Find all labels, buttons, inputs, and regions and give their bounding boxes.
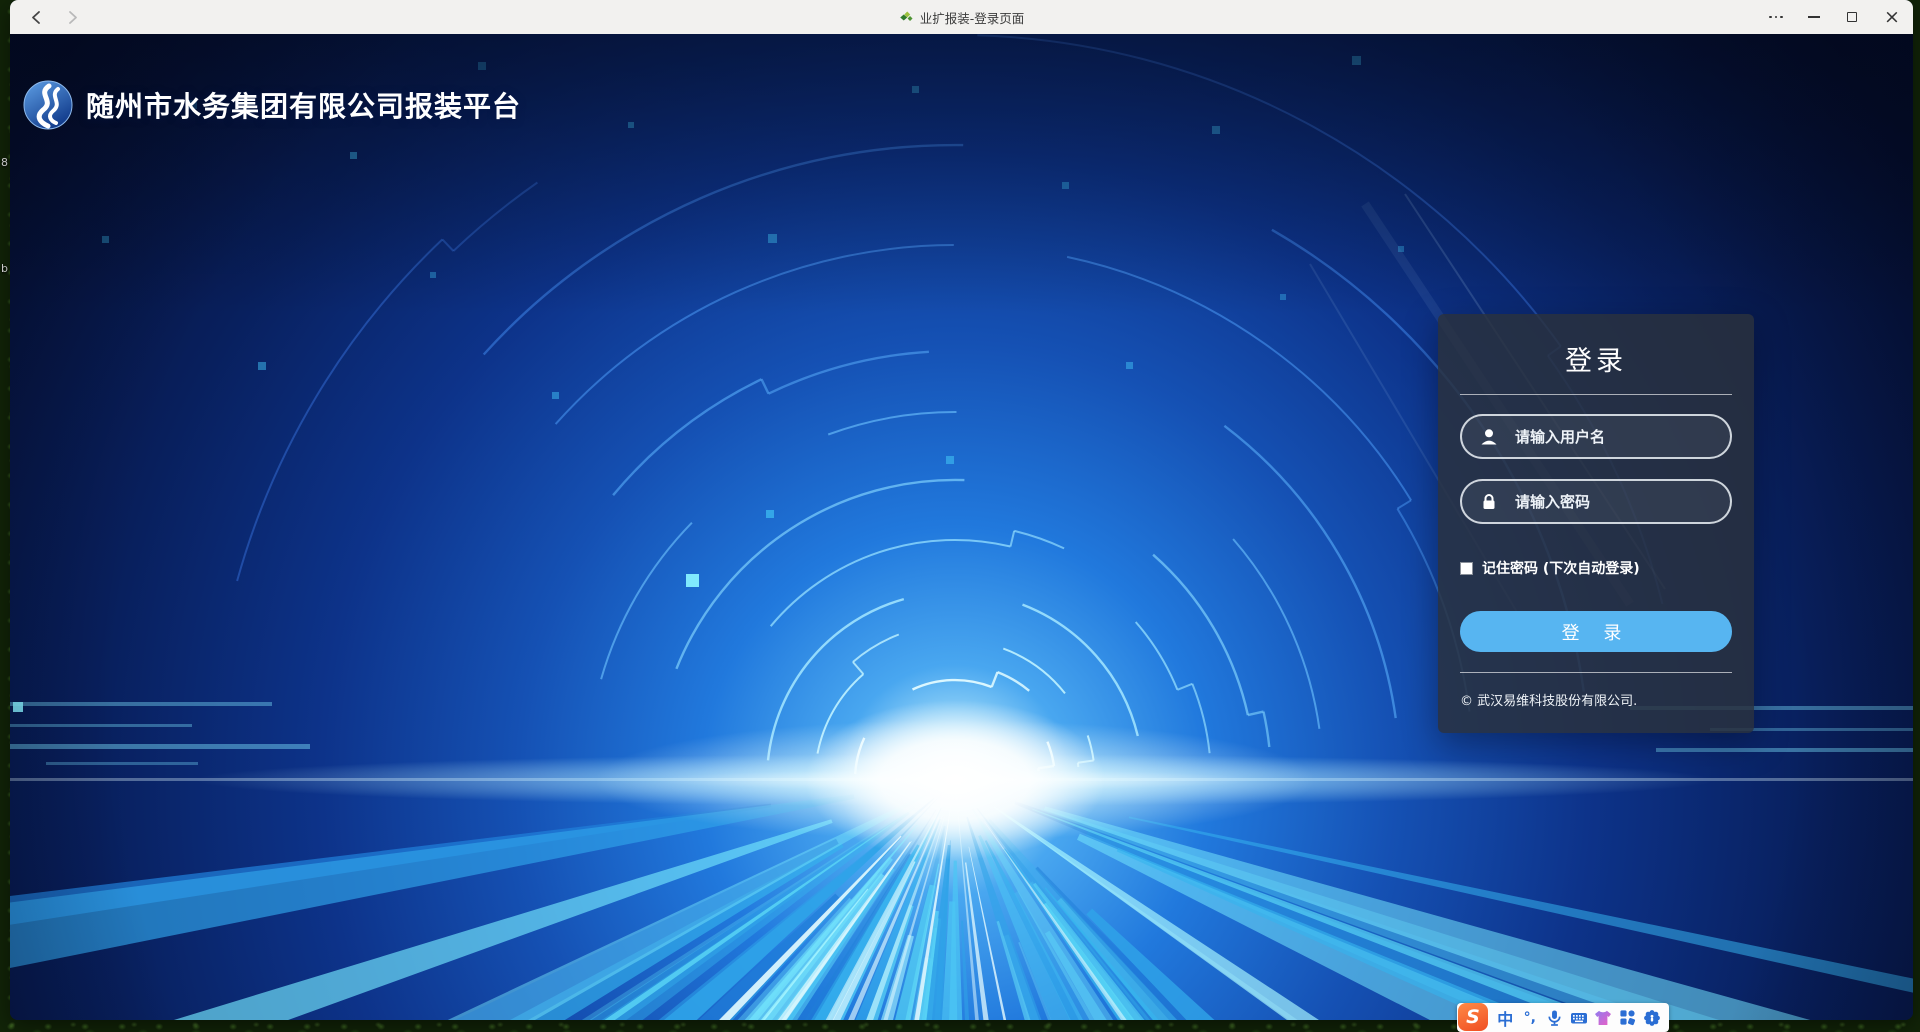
brand-header: 随州市水务集团有限公司报装平台 xyxy=(23,80,521,130)
copyright: © 武汉易维科技股份有限公司. xyxy=(1460,690,1637,709)
user-icon xyxy=(1480,428,1498,446)
window-title: 业扩报装-登录页面 xyxy=(920,8,1025,27)
login-title: 登录 xyxy=(1438,339,1754,378)
window-title-group: 业扩报装-登录页面 xyxy=(899,0,1025,34)
minimize-icon xyxy=(1808,16,1820,18)
login-button[interactable]: 登 录 xyxy=(1460,611,1732,652)
app-window: 业扩报装-登录页面 × xyxy=(10,0,1913,1020)
lock-icon xyxy=(1480,493,1498,511)
close-icon: × xyxy=(1884,8,1900,27)
desktop-screen: 8 b xyxy=(0,0,1920,1032)
sogou-logo-icon[interactable]: S xyxy=(1458,1003,1488,1031)
login-panel: 登录 xyxy=(1438,314,1754,733)
punctuation-icon[interactable]: °, xyxy=(1518,1003,1543,1032)
titlebar: 业扩报装-登录页面 × xyxy=(10,0,1913,34)
toolbox-grid-icon[interactable] xyxy=(1616,1003,1641,1032)
ellipsis-icon xyxy=(1769,16,1783,19)
back-button[interactable] xyxy=(22,3,50,31)
app-favicon-icon xyxy=(899,10,913,24)
remember-checkbox[interactable] xyxy=(1460,562,1473,575)
chevron-left-icon xyxy=(29,9,44,26)
divider xyxy=(1460,672,1732,673)
maximize-icon xyxy=(1847,12,1857,22)
keyboard-icon[interactable] xyxy=(1567,1003,1592,1032)
desktop-icon-label-fragment: b xyxy=(1,262,8,275)
nav-buttons xyxy=(10,3,86,31)
platform-title: 随州市水务集团有限公司报装平台 xyxy=(86,85,521,125)
chevron-right-icon xyxy=(65,9,80,26)
minimize-button[interactable] xyxy=(1795,0,1833,34)
desktop-icon-label-fragment: 8 xyxy=(1,156,8,169)
remember-password-row[interactable]: 记住密码 (下次自动登录) xyxy=(1460,558,1640,578)
page-content: 随州市水务集团有限公司报装平台 登录 xyxy=(10,34,1913,1020)
divider xyxy=(1460,394,1732,395)
password-field[interactable] xyxy=(1460,479,1732,524)
settings-flower-icon[interactable] xyxy=(1640,1003,1665,1032)
ime-toolbar: S 中 °, xyxy=(1457,1003,1669,1032)
password-input[interactable] xyxy=(1513,492,1712,512)
remember-label: 记住密码 (下次自动登录) xyxy=(1482,558,1640,578)
close-button[interactable]: × xyxy=(1871,0,1913,34)
window-controls: × xyxy=(1757,0,1913,34)
more-options-button[interactable] xyxy=(1757,0,1795,34)
microphone-icon[interactable] xyxy=(1542,1003,1567,1032)
chinese-mode-icon[interactable]: 中 xyxy=(1493,1003,1518,1032)
username-input[interactable] xyxy=(1513,427,1712,447)
water-company-logo-icon xyxy=(23,80,73,130)
maximize-button[interactable] xyxy=(1833,0,1871,34)
skin-shirt-icon[interactable] xyxy=(1591,1003,1616,1032)
forward-button[interactable] xyxy=(58,3,86,31)
username-field[interactable] xyxy=(1460,414,1732,459)
